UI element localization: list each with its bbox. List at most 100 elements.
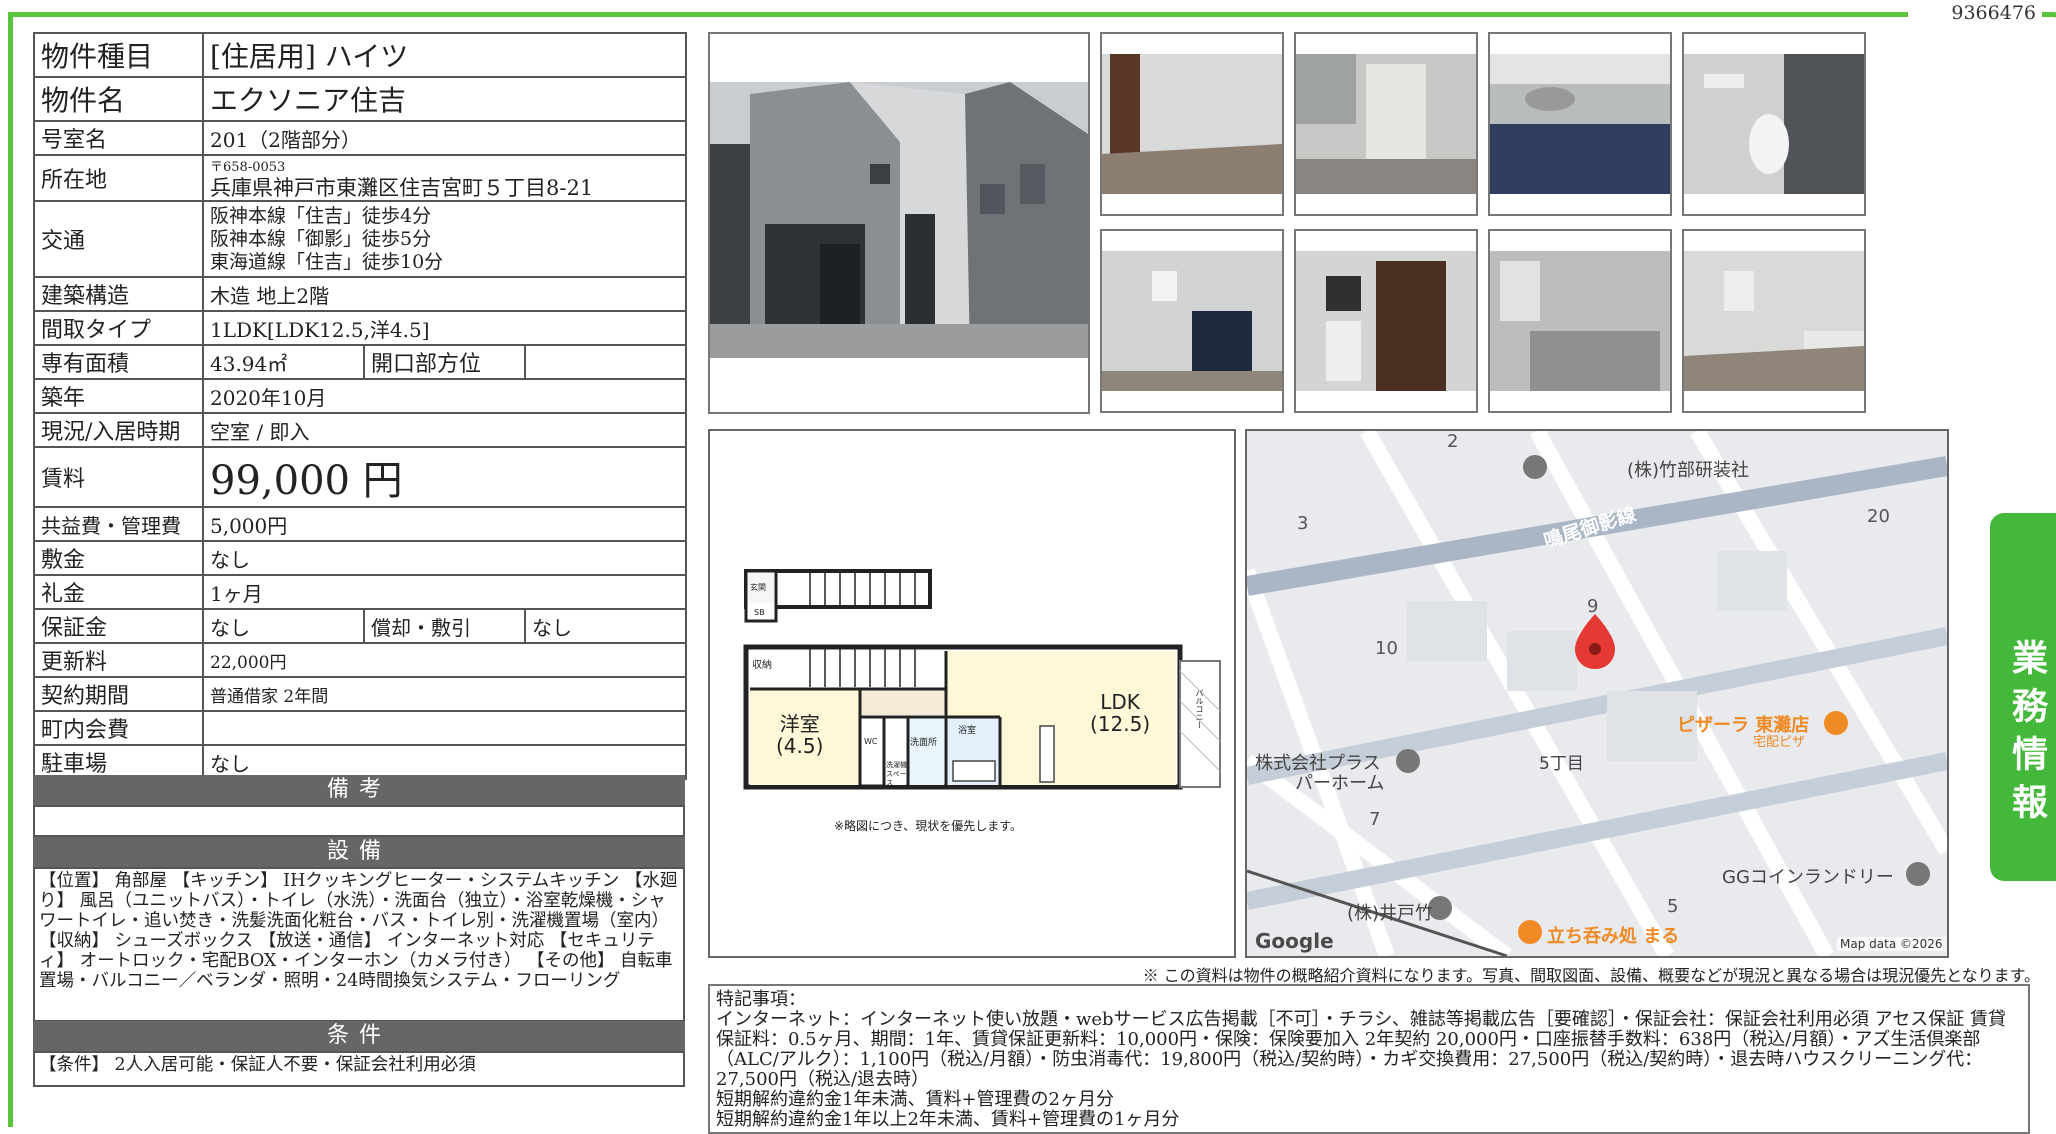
room-label: 号室名 — [33, 120, 204, 156]
facilities-header: 設備 — [33, 837, 685, 867]
disclaimer-note: ※ この資料は物件の概略紹介資料になります。写真、間取図面、設備、概要などが現況… — [1142, 966, 2040, 985]
green-frame-top — [8, 12, 1908, 17]
business-info-tab[interactable]: 業務情報 — [1990, 513, 2056, 881]
layout-label: 間取タイプ — [33, 310, 204, 346]
room-value: 201（2階部分） — [202, 120, 687, 156]
transit-label: 交通 — [33, 200, 204, 278]
exterior-photo[interactable] — [708, 32, 1090, 414]
direction-label: 開口部方位 — [363, 344, 526, 380]
structure-value: 木造 地上2階 — [202, 276, 687, 312]
conditions-text: 【条件】 2人入居可能・保証人不要・保証会社利用必須 — [33, 1051, 685, 1087]
special-notes-line: インターネット：インターネット使い放題・webサービス広告掲載［不可］・チラシ、… — [716, 1009, 2006, 1090]
area-label: 専有面積 — [33, 344, 204, 380]
interior-photo[interactable] — [1682, 229, 1866, 413]
guarantee-label: 保証金 — [33, 608, 204, 644]
transit-line: 阪神本線「御影」徒歩5分 — [210, 227, 432, 250]
map-label: (株)井戸竹 — [1347, 903, 1434, 924]
type-label: 物件種目 — [33, 32, 204, 78]
key-money-label: 礼金 — [33, 574, 204, 610]
amortization-label: 償却・敷引 — [363, 608, 526, 644]
wc-label: WC — [864, 737, 878, 746]
area-value: 43.94㎡ — [202, 344, 365, 380]
fee-label: 共益費・管理費 — [33, 506, 204, 542]
map-attribution: Map data ©2026 — [1837, 937, 1946, 951]
community-fee-value — [202, 710, 687, 746]
interior-photo[interactable] — [1100, 229, 1284, 413]
built-value: 2020年10月 — [202, 378, 687, 414]
status-value: 空室 / 即入 — [202, 412, 687, 448]
parking-label: 駐車場 — [33, 744, 204, 780]
entrance-label: 玄関 — [750, 583, 766, 592]
transit-line: 阪神本線「住吉」徒歩4分 — [210, 204, 432, 227]
laundry-label: 洗濯機スペース — [886, 761, 907, 787]
map-label: GGコインランドリー — [1722, 867, 1894, 888]
map-label: 7 — [1369, 809, 1381, 830]
community-fee-label: 町内会費 — [33, 710, 204, 746]
rent-value: 99,000 円 — [202, 446, 687, 508]
location-map[interactable]: 2 (株)竹部研装社 3 鳴尾御影線 20 9 10 ピザーラ 東灘店 宅配ピザ… — [1245, 429, 1949, 958]
renewal-label: 更新料 — [33, 642, 204, 678]
status-label: 現況/入居時期 — [33, 412, 204, 448]
floor-plan[interactable]: 玄関 SB 収納 洋室 (4.5) LDK (12.5) WC 洗面所 浴室 洗濯機… — [708, 429, 1236, 958]
built-label: 築年 — [33, 378, 204, 414]
interior-photo[interactable] — [1294, 32, 1478, 216]
property-id: 9366476 — [1940, 2, 2042, 24]
balcony-label: バルコニー — [1195, 689, 1204, 729]
map-label: パーホーム — [1295, 773, 1385, 794]
map-label: 2 — [1447, 431, 1459, 452]
address-value: 兵庫県神戸市東灘区住吉宮町５丁目8-21 — [210, 176, 594, 200]
special-notes-line: 短期解約違約金1年未満、賃料+管理費の2ヶ月分 — [716, 1089, 1114, 1110]
bath-label: 浴室 — [958, 726, 977, 736]
map-label: 9 — [1587, 596, 1599, 617]
interior-photo[interactable] — [1294, 229, 1478, 413]
type-value: [住居用] ハイツ — [202, 32, 687, 78]
map-label: 5 — [1667, 896, 1679, 917]
deposit-label: 敷金 — [33, 540, 204, 576]
property-info-table: 物件種目 [住居用] ハイツ 物件名 エクソニア住吉 号室名 201（2階部分） 所在… — [33, 32, 687, 780]
remarks-header: 備考 — [33, 775, 685, 805]
map-poi-label: 立ち呑み処 まる — [1547, 926, 1680, 947]
interior-photo[interactable] — [1488, 229, 1672, 413]
map-label: (株)竹部研装社 — [1627, 460, 1750, 481]
map-label: 5丁目 — [1539, 754, 1584, 774]
rent-label: 賃料 — [33, 446, 204, 508]
transit-line: 東海道線「住吉」徒歩10分 — [210, 250, 444, 273]
facilities-text: 【位置】 角部屋 【キッチン】 IHクッキングヒーター・システムキッチン 【水廻… — [33, 867, 685, 1022]
google-logo: Google — [1255, 929, 1334, 953]
layout-value: 1LDK[LDK12.5,洋4.5] — [202, 310, 687, 346]
special-notes-line: 短期解約違約金1年以上2年未満、賃料+管理費の1ヶ月分 — [716, 1109, 1180, 1130]
renewal-value: 22,000円 — [202, 642, 687, 678]
map-label: 10 — [1375, 638, 1398, 659]
floor-plan-note: ※略図につき、現状を優先します。 — [834, 819, 1023, 833]
deposit-value: なし — [202, 540, 687, 576]
map-poi-sublabel: 宅配ピザ — [1753, 735, 1806, 750]
contract-value: 普通借家 2年間 — [202, 676, 687, 712]
structure-label: 建築構造 — [33, 276, 204, 312]
contract-label: 契約期間 — [33, 676, 204, 712]
remarks-box — [33, 805, 685, 837]
washroom-label: 洗面所 — [910, 738, 938, 748]
storage-label: 収納 — [752, 660, 772, 671]
shoebox-label: SB — [754, 608, 765, 617]
interior-photo[interactable] — [1682, 32, 1866, 216]
interior-photo[interactable] — [1100, 32, 1284, 216]
parking-value: なし — [202, 744, 687, 780]
amortization-value: なし — [524, 608, 687, 644]
green-frame-right — [2040, 12, 2056, 517]
key-money-value: 1ヶ月 — [202, 574, 687, 610]
special-notes-title: 特記事項： — [716, 989, 806, 1010]
fee-value: 5,000円 — [202, 506, 687, 542]
direction-value — [524, 344, 687, 380]
name-label: 物件名 — [33, 76, 204, 122]
address-label: 所在地 — [33, 154, 204, 202]
room1-label: 洋室 (4.5) — [776, 712, 824, 758]
green-frame-left — [8, 12, 13, 1127]
guarantee-value: なし — [202, 608, 365, 644]
map-label: 20 — [1867, 506, 1890, 527]
name-value: エクソニア住吉 — [202, 76, 687, 122]
map-label: 3 — [1297, 513, 1309, 534]
special-notes: 特記事項： インターネット：インターネット使い放題・webサービス広告掲載［不可… — [708, 984, 2030, 1134]
postal-code: 〒658-0053 — [210, 160, 286, 175]
interior-photo[interactable] — [1488, 32, 1672, 216]
ldk-label: LDK (12.5) — [1090, 690, 1151, 736]
